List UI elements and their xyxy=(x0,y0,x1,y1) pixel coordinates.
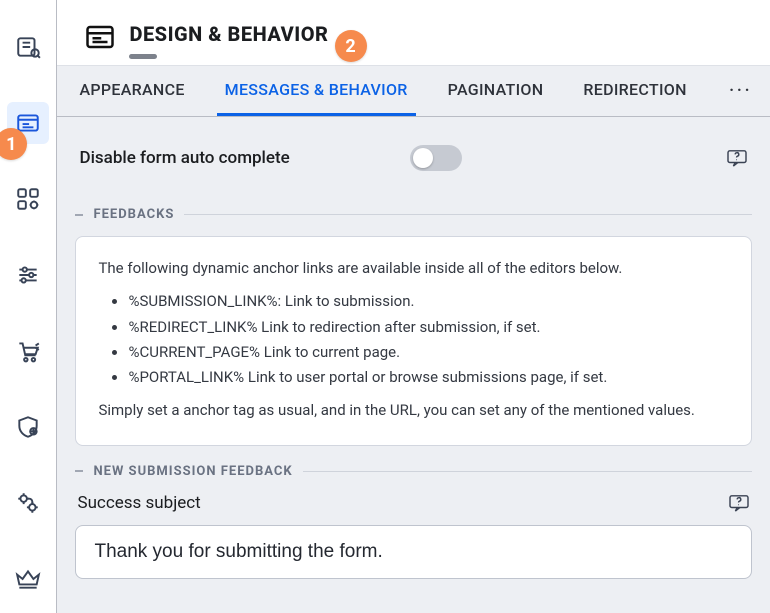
rail-item-cart[interactable] xyxy=(7,330,49,372)
tab-appearance[interactable]: APPEARANCE xyxy=(71,66,192,116)
toggle-knob xyxy=(413,148,433,168)
side-rail: 1 xyxy=(0,0,57,613)
section-divider xyxy=(303,471,752,472)
rail-item-advanced[interactable] xyxy=(7,482,49,524)
tab-messages-behavior[interactable]: MESSAGES & BEHAVIOR 2 xyxy=(217,66,416,116)
tutorial-badge-2: 2 xyxy=(335,30,367,62)
tabs-overflow-button[interactable]: ··· xyxy=(719,79,762,104)
tutorial-badge-1: 1 xyxy=(0,128,27,160)
card-outro: Simply set a anchor tag as usual, and in… xyxy=(98,399,729,422)
tab-pagination[interactable]: PAGINATION xyxy=(440,66,552,116)
section-divider xyxy=(184,214,752,215)
section-title: FEEDBACKS xyxy=(93,207,174,222)
success-subject-row: Success subject xyxy=(77,493,750,513)
section-feedbacks[interactable]: FEEDBACKS xyxy=(75,207,752,222)
collapse-dash-icon xyxy=(75,470,83,472)
collapse-dash-icon xyxy=(75,214,83,216)
section-title: NEW SUBMISSION FEEDBACK xyxy=(93,464,292,479)
rail-item-design-behavior[interactable]: 1 xyxy=(7,102,49,144)
tab-redirection[interactable]: REDIRECTION xyxy=(575,66,694,116)
list-item: %SUBMISSION_LINK%: Link to submission. xyxy=(128,290,729,313)
card-intro: The following dynamic anchor links are a… xyxy=(98,257,729,280)
main-panel: DESIGN & BEHAVIOR APPEARANCE MESSAGES & … xyxy=(57,0,770,613)
rail-item-settings[interactable] xyxy=(7,254,49,296)
success-subject-label: Success subject xyxy=(77,493,200,513)
rail-item-preview[interactable] xyxy=(7,26,49,68)
design-behavior-icon xyxy=(85,24,115,50)
panel-header: DESIGN & BEHAVIOR xyxy=(57,0,770,65)
rail-item-security[interactable] xyxy=(7,406,49,448)
autocomplete-label: Disable form auto complete xyxy=(79,148,289,168)
panel-subtitle-bar xyxy=(129,54,157,59)
rail-item-crown[interactable] xyxy=(7,558,49,600)
tab-bar: APPEARANCE MESSAGES & BEHAVIOR 2 PAGINAT… xyxy=(57,65,770,117)
section-new-submission[interactable]: NEW SUBMISSION FEEDBACK xyxy=(75,464,752,479)
autocomplete-toggle[interactable] xyxy=(410,145,462,171)
autocomplete-row: Disable form auto complete xyxy=(75,135,752,189)
anchor-link-list: %SUBMISSION_LINK%: Link to submission. %… xyxy=(128,290,729,389)
panel-title: DESIGN & BEHAVIOR xyxy=(129,22,328,46)
list-item: %CURRENT_PAGE% Link to current page. xyxy=(128,341,729,364)
feedback-info-card: The following dynamic anchor links are a… xyxy=(75,236,752,446)
help-icon[interactable] xyxy=(726,149,748,167)
list-item: %PORTAL_LINK% Link to user portal or bro… xyxy=(128,366,729,389)
content-area: Disable form auto complete FEEDBACKS The… xyxy=(57,117,770,613)
rail-item-integrations[interactable] xyxy=(7,178,49,220)
list-item: %REDIRECT_LINK% Link to redirection afte… xyxy=(128,316,729,339)
success-subject-input[interactable] xyxy=(75,525,752,579)
tab-label: MESSAGES & BEHAVIOR xyxy=(225,80,408,99)
help-icon[interactable] xyxy=(728,494,750,512)
